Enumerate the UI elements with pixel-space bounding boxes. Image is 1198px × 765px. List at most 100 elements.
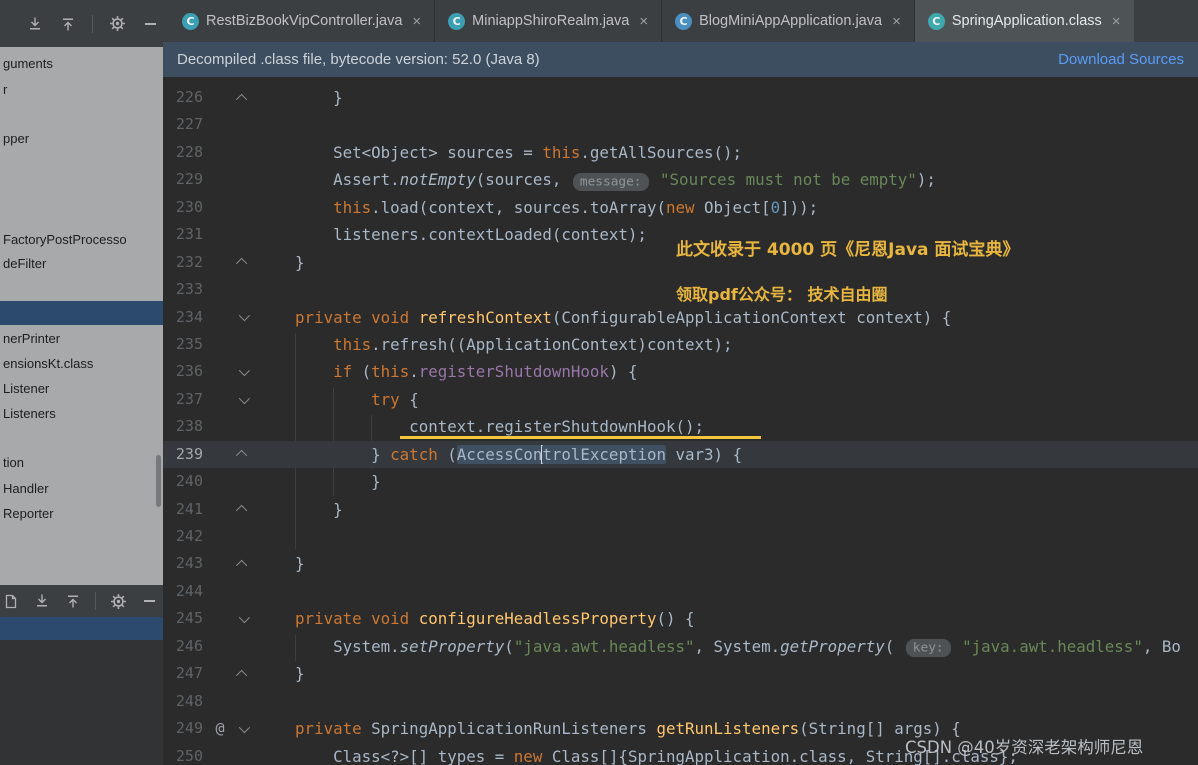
code-token: ) { <box>609 362 638 381</box>
code-token: void <box>371 308 409 327</box>
code-text: } <box>257 496 1198 523</box>
close-tab-icon[interactable]: × <box>639 13 648 30</box>
code-line[interactable]: 227 <box>163 111 1198 138</box>
code-token: System. <box>257 637 400 656</box>
code-token: ( <box>885 637 904 656</box>
code-line[interactable]: 234 private void refreshContext(Configur… <box>163 304 1198 331</box>
gutter: 250 <box>163 743 257 765</box>
line-number: 236 <box>163 358 203 385</box>
fold-marker-icon[interactable] <box>235 94 251 102</box>
tree-item[interactable]: deFilter <box>0 252 163 276</box>
code-line[interactable]: 235 this.refresh((ApplicationContext)con… <box>163 331 1198 358</box>
code-line[interactable]: 242 <box>163 523 1198 550</box>
code-text: Assert.notEmpty(sources, message: "Sourc… <box>257 166 1198 193</box>
left-panel-toolbar <box>0 0 163 47</box>
code-token: } <box>257 445 390 464</box>
code-text: } catch (AccessControlException var3) { <box>257 441 1198 468</box>
gutter: 229 <box>163 166 257 193</box>
code-line[interactable]: 241 } <box>163 496 1198 523</box>
code-line[interactable]: 246 System.setProperty("java.awt.headles… <box>163 633 1198 660</box>
tree-item[interactable]: r <box>0 78 163 102</box>
code-line[interactable]: 247 } <box>163 660 1198 687</box>
fold-marker-icon[interactable] <box>235 258 251 266</box>
annotation-note: 领取pdf公众号： 技术自由圈 <box>676 281 887 305</box>
file-icon[interactable] <box>2 592 20 610</box>
code-line[interactable]: 230 this.load(context, sources.toArray(n… <box>163 194 1198 221</box>
fold-marker-icon[interactable] <box>235 396 251 404</box>
editor-tab[interactable]: CMiniappShiroRealm.java× <box>435 0 662 42</box>
code-token <box>953 637 963 656</box>
code-token: } <box>257 664 305 683</box>
fold-marker-icon[interactable] <box>235 505 251 513</box>
code-token: new <box>514 747 543 765</box>
tab-label: RestBizBookVipController.java <box>206 13 402 29</box>
code-token <box>257 335 333 354</box>
code-text: this.refresh((ApplicationContext)context… <box>257 331 1198 358</box>
hide-panel-icon[interactable] <box>140 592 158 610</box>
code-token <box>409 308 419 327</box>
editor-tab[interactable]: CBlogMiniAppApplication.java× <box>662 0 915 42</box>
code-token <box>257 198 333 217</box>
line-number: 235 <box>163 331 203 358</box>
close-tab-icon[interactable]: × <box>892 13 901 30</box>
scroll-up-icon[interactable] <box>59 15 77 33</box>
gutter: 240 <box>163 468 257 495</box>
tab-label: MiniappShiroRealm.java <box>472 13 629 29</box>
code-text: try { <box>257 386 1198 413</box>
code-line[interactable]: 243 } <box>163 550 1198 577</box>
tree-item[interactable]: tion <box>0 451 163 475</box>
tree-item[interactable]: Handler <box>0 477 163 501</box>
fold-marker-icon[interactable] <box>235 670 251 678</box>
hide-panel-icon[interactable] <box>141 15 159 33</box>
code-text: } <box>257 84 1198 111</box>
scroll-down-icon[interactable] <box>33 592 51 610</box>
tree-item[interactable]: Reporter <box>0 502 163 526</box>
fold-marker-icon[interactable] <box>235 725 251 733</box>
editor-tab[interactable]: CSpringApplication.class× <box>915 0 1135 42</box>
tree-item[interactable]: pper <box>0 127 163 151</box>
code-token: } <box>257 554 305 573</box>
code-line[interactable]: 248 <box>163 688 1198 715</box>
code-line[interactable]: 228 Set<Object> sources = this.getAllSou… <box>163 139 1198 166</box>
scroll-down-icon[interactable] <box>26 15 44 33</box>
editor-tab[interactable]: CRestBizBookVipController.java× <box>169 0 435 42</box>
fold-marker-icon[interactable] <box>235 560 251 568</box>
code-editor[interactable]: 226 }227228 Set<Object> sources = this.g… <box>163 77 1198 765</box>
gutter: 234 <box>163 304 257 331</box>
tree-item[interactable]: nerPrinter <box>0 327 163 351</box>
tree-item[interactable]: ensionsKt.class <box>0 352 163 376</box>
code-line[interactable]: 238 context.registerShutdownHook(); <box>163 413 1198 440</box>
gutter: 239 <box>163 441 257 468</box>
code-line[interactable]: 245 private void configureHeadlessProper… <box>163 605 1198 632</box>
selected-list-row[interactable] <box>0 617 163 640</box>
tree-item[interactable] <box>0 301 163 325</box>
tree-item[interactable]: FactoryPostProcesso <box>0 228 163 252</box>
code-line[interactable]: 226 } <box>163 84 1198 111</box>
code-line[interactable]: 236 if (this.registerShutdownHook) { <box>163 358 1198 385</box>
settings-gear-icon[interactable] <box>109 592 127 610</box>
code-line[interactable]: 240 } <box>163 468 1198 495</box>
tree-item[interactable]: Listeners <box>0 402 163 426</box>
fold-marker-icon[interactable] <box>235 368 251 376</box>
settings-gear-icon[interactable] <box>108 15 126 33</box>
gutter: 227 <box>163 111 257 138</box>
code-text <box>257 523 1198 550</box>
code-token: context.registerShutdownHook(); <box>400 417 761 439</box>
code-line[interactable]: 229 Assert.notEmpty(sources, message: "S… <box>163 166 1198 193</box>
close-tab-icon[interactable]: × <box>1112 13 1121 30</box>
tree-item[interactable]: guments <box>0 52 163 76</box>
annotation-note: 此文收录于 4000 页《尼恩Java 面试宝典》 <box>676 235 1019 260</box>
code-line[interactable]: 239 } catch (AccessControlException var3… <box>163 441 1198 468</box>
code-line[interactable]: 237 try { <box>163 386 1198 413</box>
close-tab-icon[interactable]: × <box>412 13 421 30</box>
fold-marker-icon[interactable] <box>235 450 251 458</box>
scroll-up-icon[interactable] <box>64 592 82 610</box>
fold-marker-icon[interactable] <box>235 615 251 623</box>
code-line[interactable]: 244 <box>163 578 1198 605</box>
gutter: 247 <box>163 660 257 687</box>
gutter: 241 <box>163 496 257 523</box>
code-token: Object[ <box>695 198 771 217</box>
download-sources-link[interactable]: Download Sources <box>1058 51 1184 68</box>
tree-item[interactable]: Listener <box>0 377 163 401</box>
fold-marker-icon[interactable] <box>235 313 251 321</box>
